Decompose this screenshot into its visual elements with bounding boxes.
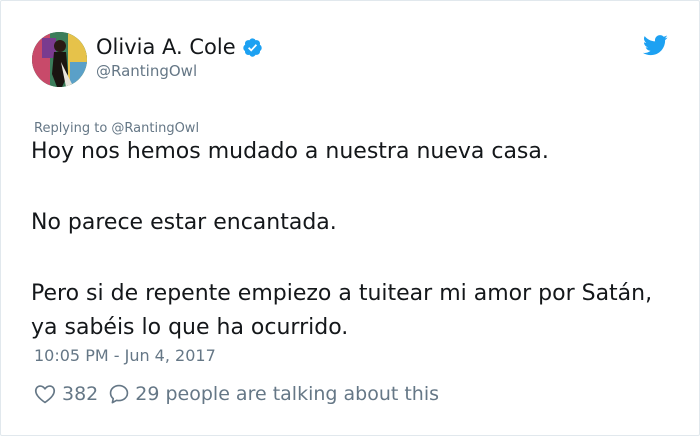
author-handle[interactable]: @RantingOwl <box>96 61 197 81</box>
tweet-paragraph: Pero si de repente empiezo a tuitear mi … <box>31 281 653 340</box>
author-display-name[interactable]: Olivia A. Cole <box>96 34 236 60</box>
tweet-actions: 382 29 people are talking about this <box>34 382 439 406</box>
avatar[interactable] <box>32 32 87 87</box>
twitter-bird-icon[interactable] <box>642 35 668 56</box>
tweet-timestamp[interactable]: 10:05 PM - Jun 4, 2017 <box>34 345 216 367</box>
heart-outline-icon[interactable] <box>34 383 56 405</box>
tweet-paragraph: Hoy nos hemos mudado a nuestra nueva cas… <box>31 139 549 164</box>
speech-bubble-icon[interactable] <box>108 383 130 405</box>
tweet-paragraph: No parece estar encantada. <box>31 210 337 235</box>
talking-about-link[interactable]: 29 people are talking about this <box>135 382 439 406</box>
avatar-image <box>32 32 87 87</box>
verified-badge-icon <box>242 37 263 58</box>
tweet-text: Hoy nos hemos mudado a nuestra nueva cas… <box>31 135 661 345</box>
author-name-row[interactable]: Olivia A. Cole <box>96 34 263 60</box>
likes-count[interactable]: 382 <box>62 382 98 406</box>
tweet-card: Olivia A. Cole @RantingOwl Replying to @… <box>0 0 700 436</box>
